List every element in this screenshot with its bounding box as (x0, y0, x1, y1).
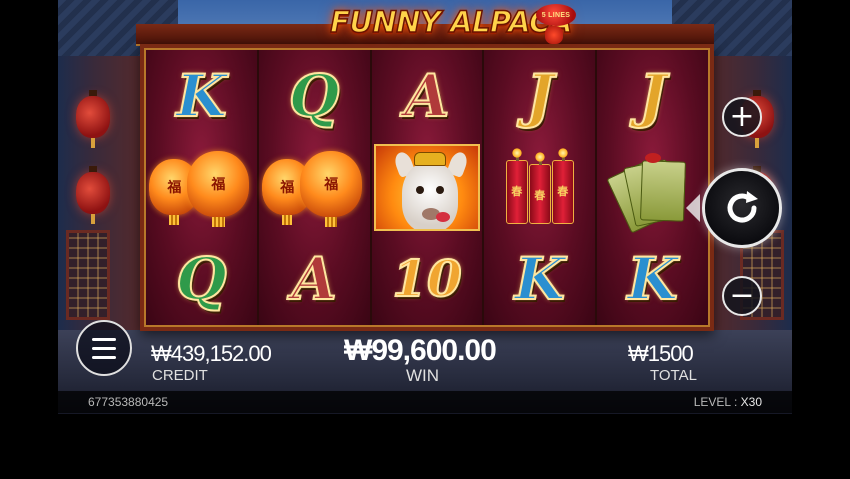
credit-amount: ₩439,152.00 (151, 341, 272, 366)
spark-icon (534, 151, 545, 162)
total-bet-amount: ₩1500 (628, 341, 694, 366)
lantern-character: 福 (211, 176, 226, 193)
background-lantern (76, 90, 110, 148)
firecracker-icon: 春 (528, 154, 551, 224)
reel-5: JK (597, 50, 708, 325)
reel-cell: K (597, 233, 708, 325)
reel-2: Q 福福 A (258, 50, 370, 325)
symbol-q: Q (288, 61, 341, 130)
reel-cell: K (484, 233, 595, 325)
game-canvas: K 福福 Q Q 福福 A A 10 J 春春春 K J K FUNNY ALPACA 5 LINES … (58, 0, 792, 414)
alpaca-eye-part (435, 185, 444, 194)
symbol-money-bundle (605, 152, 695, 233)
symbol-k: K (175, 61, 227, 130)
symbol-k: K (514, 245, 566, 314)
reel-cell: A (259, 233, 370, 325)
hamburger-menu-icon (92, 337, 116, 341)
game-round-id: 677353880425 (88, 395, 169, 409)
firecracker-icon: 春 (551, 150, 574, 224)
win-label: WIN (406, 366, 440, 385)
alpaca-flower-part (435, 211, 450, 222)
lantern-character: 福 (324, 176, 339, 193)
reel-cell: 春春春 (484, 142, 595, 234)
total-bet-label: TOTAL (650, 367, 697, 384)
reel-cell: 福福 (259, 142, 370, 234)
reel-4: J春春春K (484, 50, 596, 325)
spin-arrow-indicator (686, 194, 700, 222)
hamburger-menu-icon-bar (92, 355, 116, 359)
firecracker-character: 春 (557, 184, 569, 198)
reel-cell: J (597, 50, 708, 142)
spark-icon (557, 147, 568, 158)
reel-cell: 福福 (146, 142, 257, 234)
symbol-firecrackers: 春春春 (498, 147, 582, 228)
symbol-j: J (525, 61, 554, 130)
reel-cell: Q (259, 50, 370, 142)
symbol-alpaca-wild (373, 143, 481, 232)
menu-button[interactable] (76, 320, 132, 376)
firecracker-character: 春 (511, 184, 523, 198)
decrease-bet-button[interactable]: − (722, 276, 762, 316)
symbol-q: Q (175, 245, 228, 314)
lantern-icon: 福 (187, 150, 250, 227)
credit-label: CREDIT (152, 367, 208, 384)
banknote-icon (639, 159, 686, 222)
symbol-lanterns: 福福 (262, 149, 366, 227)
status-bar: 677353880425 LEVEL : X30 (58, 391, 792, 413)
alpaca-hat-part (413, 151, 446, 166)
spin-button[interactable] (702, 168, 782, 248)
level-value: X30 (740, 395, 762, 409)
symbol-j: J (638, 61, 667, 130)
refresh-icon (727, 191, 758, 223)
firecracker-character: 春 (534, 188, 546, 202)
minus-icon: − (729, 278, 755, 313)
alpaca-eye-part (415, 185, 424, 194)
game-title: FUNNY ALPACA (329, 4, 573, 40)
reel-cell: Q (146, 233, 257, 325)
symbol-10: 10 (391, 249, 463, 309)
lattice-window (66, 230, 110, 320)
increase-bet-button[interactable]: + (722, 97, 762, 137)
background-lantern (76, 166, 110, 224)
reels-frame: K 福福 Q Q 福福 A A 10 J 春春春 K J K (140, 44, 714, 331)
win-amount: ₩99,600.00 (344, 334, 497, 367)
alpaca-head-part (401, 161, 458, 230)
lines-badge-text: 5 LINES (541, 11, 571, 19)
title-lantern-icon (545, 26, 563, 44)
reel-cell (372, 142, 483, 234)
ribbon-icon (644, 152, 661, 163)
symbol-a: A (403, 61, 450, 130)
reel-1: K 福福 Q (146, 50, 257, 325)
symbol-lanterns: 福福 (149, 149, 253, 227)
reel-cell: J (484, 50, 595, 142)
reel-cell: K (146, 50, 257, 142)
lines-badge: 5 LINES (536, 4, 576, 26)
reel-cell: 10 (372, 233, 483, 325)
level-indicator: LEVEL : X30 (694, 395, 762, 409)
firecracker-icon: 春 (505, 150, 528, 224)
symbol-a: A (291, 245, 338, 314)
spark-icon (511, 147, 522, 158)
symbol-k: K (626, 245, 678, 314)
lantern-icon: 福 (300, 150, 363, 227)
plus-icon: + (729, 99, 755, 134)
level-label: LEVEL : (693, 395, 738, 409)
reel-3: A 10 (371, 50, 483, 325)
hamburger-menu-icon-bar (92, 346, 116, 350)
reel-cell: A (372, 50, 483, 142)
